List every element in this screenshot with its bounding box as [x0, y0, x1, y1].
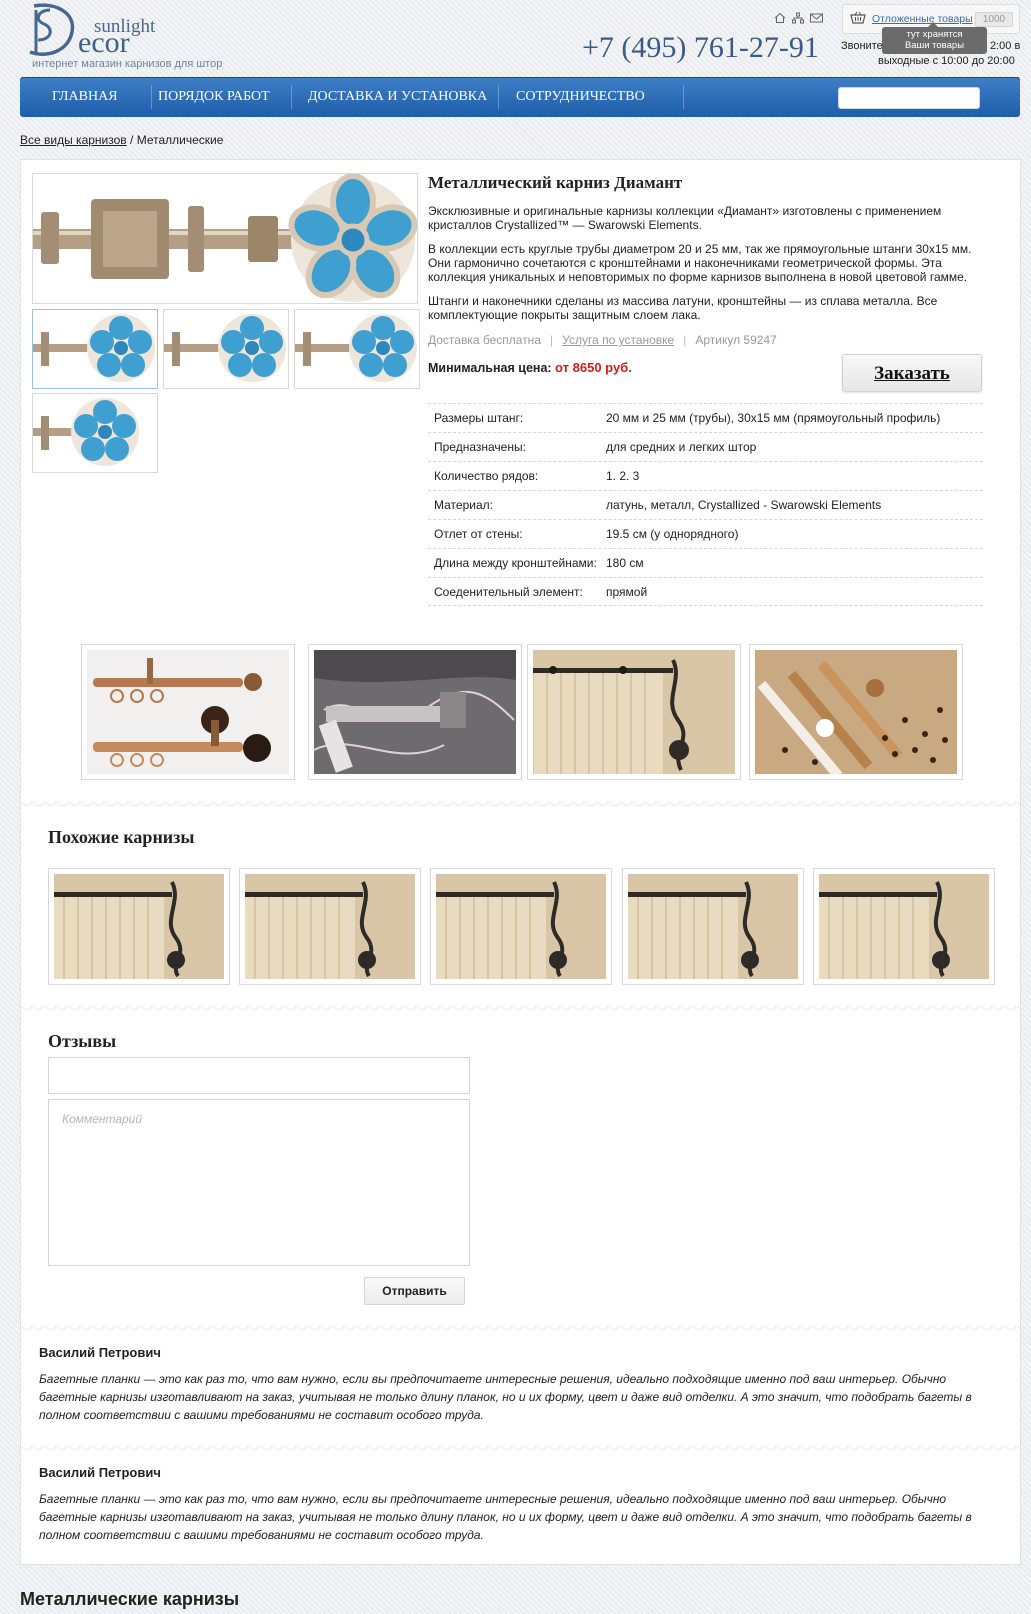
- gallery-image[interactable]: [308, 644, 522, 780]
- spec-value: для средних и легких штор: [606, 440, 757, 454]
- breadcrumb-current: Металлические: [136, 133, 224, 147]
- product-main-image[interactable]: [32, 173, 418, 304]
- min-price-label: Минимальная цена:: [428, 361, 552, 375]
- nav-item-delivery[interactable]: ДОСТАВКА И УСТАНОВКА: [308, 77, 487, 117]
- breadcrumb-separator: /: [126, 133, 137, 147]
- product-title: Металлический карниз Диамант: [428, 173, 683, 192]
- nav-divider: [291, 85, 292, 109]
- spec-key: Длина между кронштейнами:: [434, 556, 597, 570]
- product-meta: Доставка бесплатна | Услуга по установке | А…: [428, 333, 777, 347]
- nav-divider: [498, 85, 499, 109]
- product-thumbnail[interactable]: [32, 309, 158, 389]
- nav-divider: [151, 85, 152, 109]
- spec-value: 20 мм и 25 мм (трубы), 30x15 мм (прямоуг…: [606, 411, 941, 425]
- call-text-right: 2:00 в: [990, 40, 1021, 52]
- nav-divider: [683, 85, 684, 109]
- spec-value: 180 см: [606, 556, 644, 570]
- article-number: Артикул 59247: [695, 333, 777, 347]
- section-divider: [21, 1446, 1020, 1454]
- tooltip-line-2: Ваши товары: [904, 40, 965, 51]
- logo-monogram: [29, 3, 75, 56]
- search-input[interactable]: [838, 87, 980, 109]
- spec-row: Материал: латунь, металл, Crystallized - …: [428, 490, 983, 519]
- breadcrumb: Все виды карнизов / Металлические: [20, 133, 223, 147]
- gallery-image[interactable]: [527, 644, 741, 780]
- section-divider: [21, 1006, 1020, 1014]
- review-author: Василий Петрович: [39, 1345, 161, 1360]
- reviews-title: Отзывы: [48, 1031, 117, 1051]
- spec-key: Размеры штанг:: [434, 411, 524, 425]
- similar-product-card[interactable]: [48, 868, 230, 985]
- nav-item-partnership[interactable]: СОТРУДНИЧЕСТВО: [516, 77, 645, 117]
- basket-icon[interactable]: [850, 11, 866, 25]
- spec-row: Размеры штанг: 20 мм и 25 мм (трубы), 30x…: [428, 403, 983, 432]
- review-text: Багетные планки — это как раз то, что ва…: [39, 1492, 972, 1542]
- home-icon[interactable]: [774, 12, 786, 24]
- install-service-link[interactable]: Услуга по установке: [562, 333, 674, 347]
- spec-value: 19.5 см (у однорядного): [606, 527, 739, 541]
- product-description-2: В коллекции есть круглые трубы диаметром…: [428, 242, 972, 284]
- call-text: Звоните: [841, 40, 883, 52]
- logo-tagline: интернет магазин карнизов для штор: [32, 58, 223, 70]
- spec-row: Длина между кронштейнами: 180 см: [428, 548, 983, 577]
- spec-key: Соеденительный элемент:: [434, 584, 583, 599]
- spec-row: Отлет от стены: 19.5 см (у однорядного): [428, 519, 983, 548]
- mail-icon[interactable]: [810, 12, 823, 24]
- tooltip-line-1: тут хранятся: [906, 29, 963, 40]
- saved-items-count: 1000: [975, 12, 1013, 27]
- similar-product-card[interactable]: [813, 868, 995, 985]
- spec-table: Размеры штанг: 20 мм и 25 мм (трубы), 30x…: [428, 403, 983, 606]
- nav-item-workflow[interactable]: ПОРЯДОК РАБОТ: [158, 77, 270, 117]
- similar-product-card[interactable]: [239, 868, 421, 985]
- spec-key: Материал:: [434, 498, 493, 512]
- sitemap-icon[interactable]: [792, 12, 804, 24]
- review-text: Багетные планки — это как раз то, что ва…: [39, 1372, 972, 1422]
- saved-items-link[interactable]: Отложенные товары: [872, 13, 973, 25]
- similar-product-card[interactable]: [622, 868, 804, 985]
- spec-key: Предназначены:: [434, 440, 526, 454]
- similar-title: Похожие карнизы: [48, 827, 195, 847]
- review-comment-textarea[interactable]: Комментарий: [48, 1099, 470, 1266]
- product-thumbnail[interactable]: [32, 393, 158, 473]
- send-review-button[interactable]: Отправить: [364, 1277, 465, 1305]
- spec-row: Предназначены: для средних и легких штор: [428, 432, 983, 461]
- spec-key: Отлет от стены:: [434, 527, 523, 541]
- min-price: Минимальная цена: от 8650 руб.: [428, 360, 632, 375]
- review-author: Василий Петрович: [39, 1465, 161, 1480]
- nav-item-home[interactable]: ГЛАВНАЯ: [52, 77, 118, 117]
- top-icons: [774, 12, 823, 26]
- phone-number[interactable]: +7 (495) 761-27-91: [582, 31, 819, 65]
- logo-text-large: ecor: [78, 26, 130, 59]
- breadcrumb-link-all[interactable]: Все виды карнизов: [20, 133, 127, 147]
- gallery-image[interactable]: [81, 644, 295, 780]
- similar-product-card[interactable]: [430, 868, 612, 985]
- product-thumbnail[interactable]: [294, 309, 420, 389]
- product-description-3: Штанги и наконечники сделаны из массива …: [428, 294, 938, 322]
- min-price-value: от 8650 руб.: [555, 360, 632, 375]
- spec-value: 1. 2. 3: [606, 469, 640, 483]
- product-thumbnail[interactable]: [163, 309, 289, 389]
- spec-key: Количество рядов:: [434, 469, 539, 483]
- site-logo[interactable]: sunlight ecor интернет магазин карнизов …: [20, 2, 230, 70]
- spec-value: прямой: [606, 584, 648, 599]
- delivery-note: Доставка бесплатна: [428, 333, 541, 347]
- category-title: Металлические карнизы: [20, 1589, 240, 1609]
- section-divider: [21, 802, 1020, 810]
- spec-value: латунь, металл, Crystallized - Swarowski…: [606, 498, 882, 512]
- section-divider: [21, 1326, 1020, 1334]
- weekend-hours: выходные с 10:00 до 20:00: [878, 55, 1015, 67]
- spec-row: Соеденительный элемент: прямой: [428, 577, 983, 606]
- gallery-image[interactable]: [749, 644, 963, 780]
- order-button[interactable]: Заказать: [842, 354, 982, 392]
- review-name-input[interactable]: [48, 1057, 470, 1094]
- spec-row: Количество рядов: 1. 2. 3: [428, 461, 983, 490]
- product-description-1: Эксклюзивные и оригинальные карнизы колл…: [428, 204, 942, 232]
- cart-tooltip: тут хранятся Ваши товары: [882, 22, 987, 54]
